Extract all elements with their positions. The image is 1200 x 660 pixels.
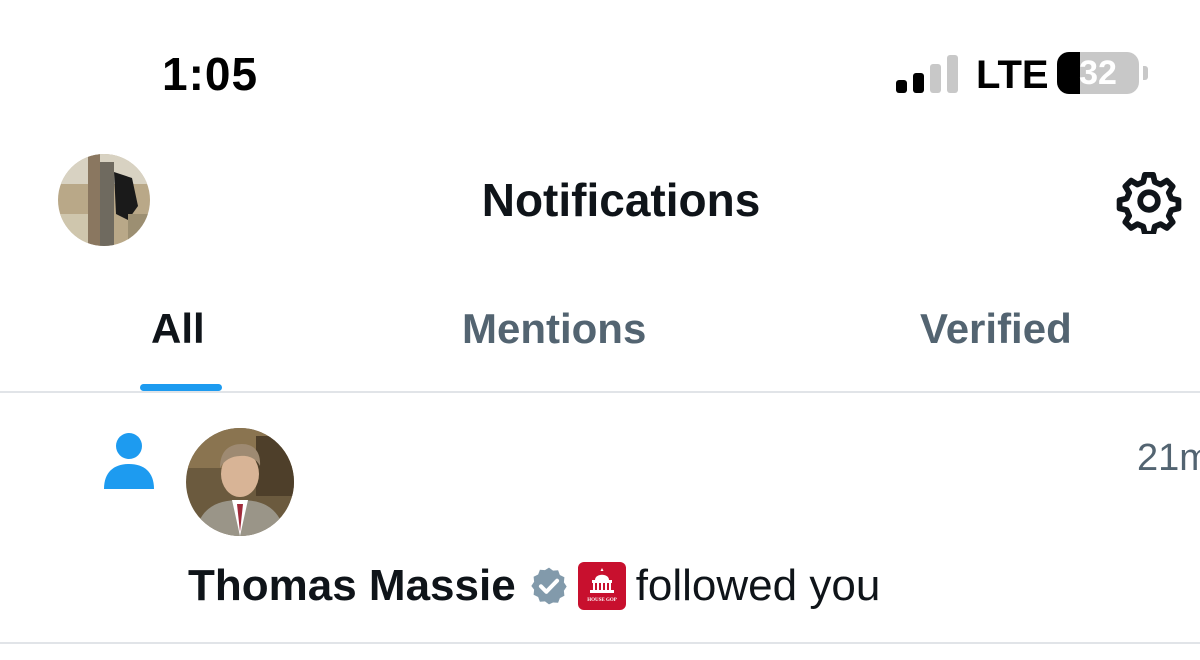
gear-icon[interactable] bbox=[1116, 168, 1182, 237]
verified-badge-icon bbox=[528, 565, 570, 607]
user-name[interactable]: Thomas Massie bbox=[188, 558, 516, 614]
badge-text: HOUSE GOP bbox=[587, 598, 617, 603]
action-text: followed you bbox=[635, 561, 881, 610]
user-avatar[interactable] bbox=[186, 428, 294, 536]
tab-all[interactable]: All bbox=[151, 302, 205, 356]
active-tab-indicator bbox=[140, 384, 222, 391]
house-gop-badge-icon[interactable]: HOUSE GOP bbox=[577, 562, 626, 610]
notification-time: 21m bbox=[1137, 437, 1200, 479]
page-title: Notifications bbox=[481, 174, 761, 226]
tab-verified[interactable]: Verified bbox=[920, 302, 1072, 356]
battery-level: 32 bbox=[1079, 54, 1117, 92]
notification-text[interactable]: Thomas Massie HOUSE GOP followed you bbox=[188, 558, 880, 614]
battery-icon: 32 bbox=[1057, 52, 1139, 94]
carrier-label: LTE bbox=[976, 53, 1049, 97]
battery-tip bbox=[1143, 66, 1148, 80]
signal-strength-icon bbox=[896, 55, 960, 93]
tabs-divider bbox=[0, 391, 1200, 393]
notification-divider bbox=[0, 642, 1200, 644]
person-icon bbox=[102, 432, 156, 490]
status-time: 1:05 bbox=[162, 48, 259, 100]
tab-mentions[interactable]: Mentions bbox=[462, 302, 646, 356]
